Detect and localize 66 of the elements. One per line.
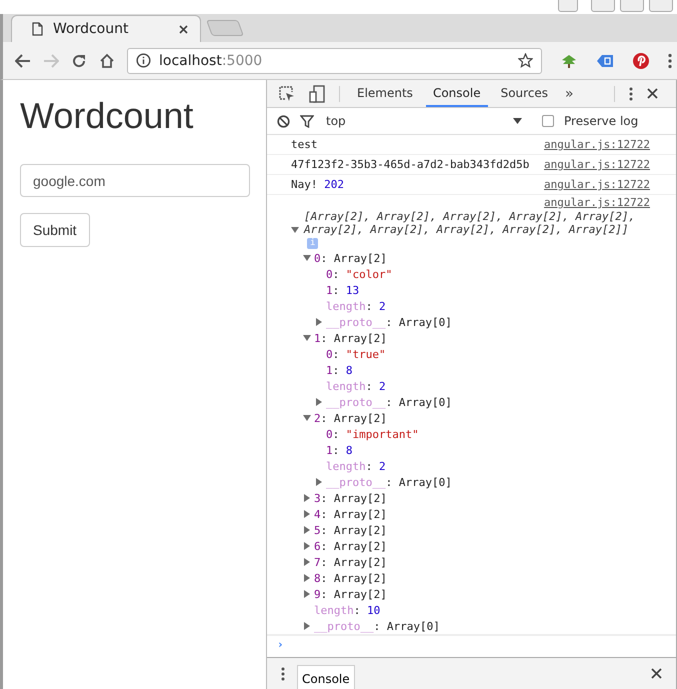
close-icon[interactable]: [179, 24, 188, 34]
property-entry: 0: "true": [326, 348, 386, 360]
property-entry: 6: Array[2]: [314, 540, 387, 552]
source-link[interactable]: angular.js:12722: [544, 158, 650, 171]
info-icon: [136, 53, 151, 68]
close-icon[interactable]: [647, 88, 658, 99]
checkbox[interactable]: [542, 115, 554, 127]
pin-extension-icon[interactable]: [632, 52, 650, 70]
property-entry: 5: Array[2]: [314, 524, 387, 536]
back-arrow-icon[interactable]: [15, 54, 31, 68]
console-message: 47f123f2-35b3-465d-a7d2-bab343fd2d5b: [291, 158, 530, 171]
property-entry: 1: 13: [326, 284, 360, 296]
array-summary: [Array[2], Array[2], Array[2], Array[2], Array[2], Array[2], Array[2], Array[2], Array[2], Array[2]]: [304, 210, 636, 236]
drawer-tab[interactable]: Console: [297, 665, 355, 689]
reload-icon[interactable]: [71, 52, 87, 68]
property-entry: 3: Array[2]: [314, 492, 387, 504]
property-entry: 1: 8: [326, 364, 352, 376]
property-entry: 2: Array[2]: [314, 412, 387, 424]
menu-icon[interactable]: [668, 52, 672, 68]
devtools-tab[interactable]: Elements: [350, 80, 420, 107]
property-entry: 1: Array[2]: [314, 332, 387, 344]
source-link[interactable]: angular.js:12722: [544, 138, 650, 151]
device-icon[interactable]: [309, 84, 325, 102]
dropdown-caret-icon: [513, 118, 522, 124]
property-entry: length: 10: [314, 604, 380, 616]
input-field[interactable]: google.com: [20, 164, 250, 197]
star-icon[interactable]: [518, 53, 533, 68]
property-entry: 7: Array[2]: [314, 556, 387, 568]
clear-console-icon[interactable]: [277, 114, 290, 128]
tag-extension-icon[interactable]: [596, 52, 614, 68]
property-entry: 1: 8: [326, 444, 352, 456]
property-entry: 0: "color": [326, 268, 392, 280]
property-entry: length: 2: [326, 300, 386, 312]
context-dropdown[interactable]: top: [326, 114, 522, 128]
property-entry: length: 2: [326, 460, 386, 472]
console-message: test: [291, 138, 318, 151]
tree-extension-icon[interactable]: [560, 52, 578, 68]
filter-icon[interactable]: [300, 114, 314, 128]
devtools-tab[interactable]: Console: [426, 80, 488, 107]
inspect-icon[interactable]: [279, 86, 295, 102]
source-link[interactable]: angular.js:12722: [544, 196, 650, 209]
close-icon[interactable]: [651, 668, 662, 679]
property-entry: __proto__: Array[0]: [314, 620, 440, 632]
property-entry: 9: Array[2]: [314, 588, 387, 600]
more-tabs-button[interactable]: »: [561, 86, 578, 102]
property-entry: length: 2: [326, 380, 386, 392]
submit-button[interactable]: Submit: [20, 213, 90, 247]
address-bar[interactable]: localhost:5000: [127, 48, 542, 74]
page-icon: [32, 22, 43, 36]
property-entry: __proto__: Array[0]: [326, 316, 452, 328]
prompt-icon: ›: [277, 638, 284, 651]
property-entry: 4: Array[2]: [314, 508, 387, 520]
source-link[interactable]: angular.js:12722: [544, 178, 650, 191]
more-options-icon[interactable]: [629, 86, 633, 100]
property-entry: 8: Array[2]: [314, 572, 387, 584]
devtools-tab[interactable]: Sources: [494, 80, 556, 107]
property-entry: __proto__: Array[0]: [326, 396, 452, 408]
page-heading: Wordcount: [20, 96, 194, 136]
browser-tab[interactable]: Wordcount: [11, 15, 201, 42]
property-entry: __proto__: Array[0]: [326, 476, 452, 488]
property-entry: 0: Array[2]: [314, 252, 387, 264]
more-options-icon[interactable]: [281, 666, 285, 680]
checkbox-label: Preserve log: [564, 114, 638, 128]
property-entry: 0: "important": [326, 428, 419, 440]
home-icon[interactable]: [99, 52, 115, 68]
console-message: Nay! 202: [291, 178, 344, 191]
